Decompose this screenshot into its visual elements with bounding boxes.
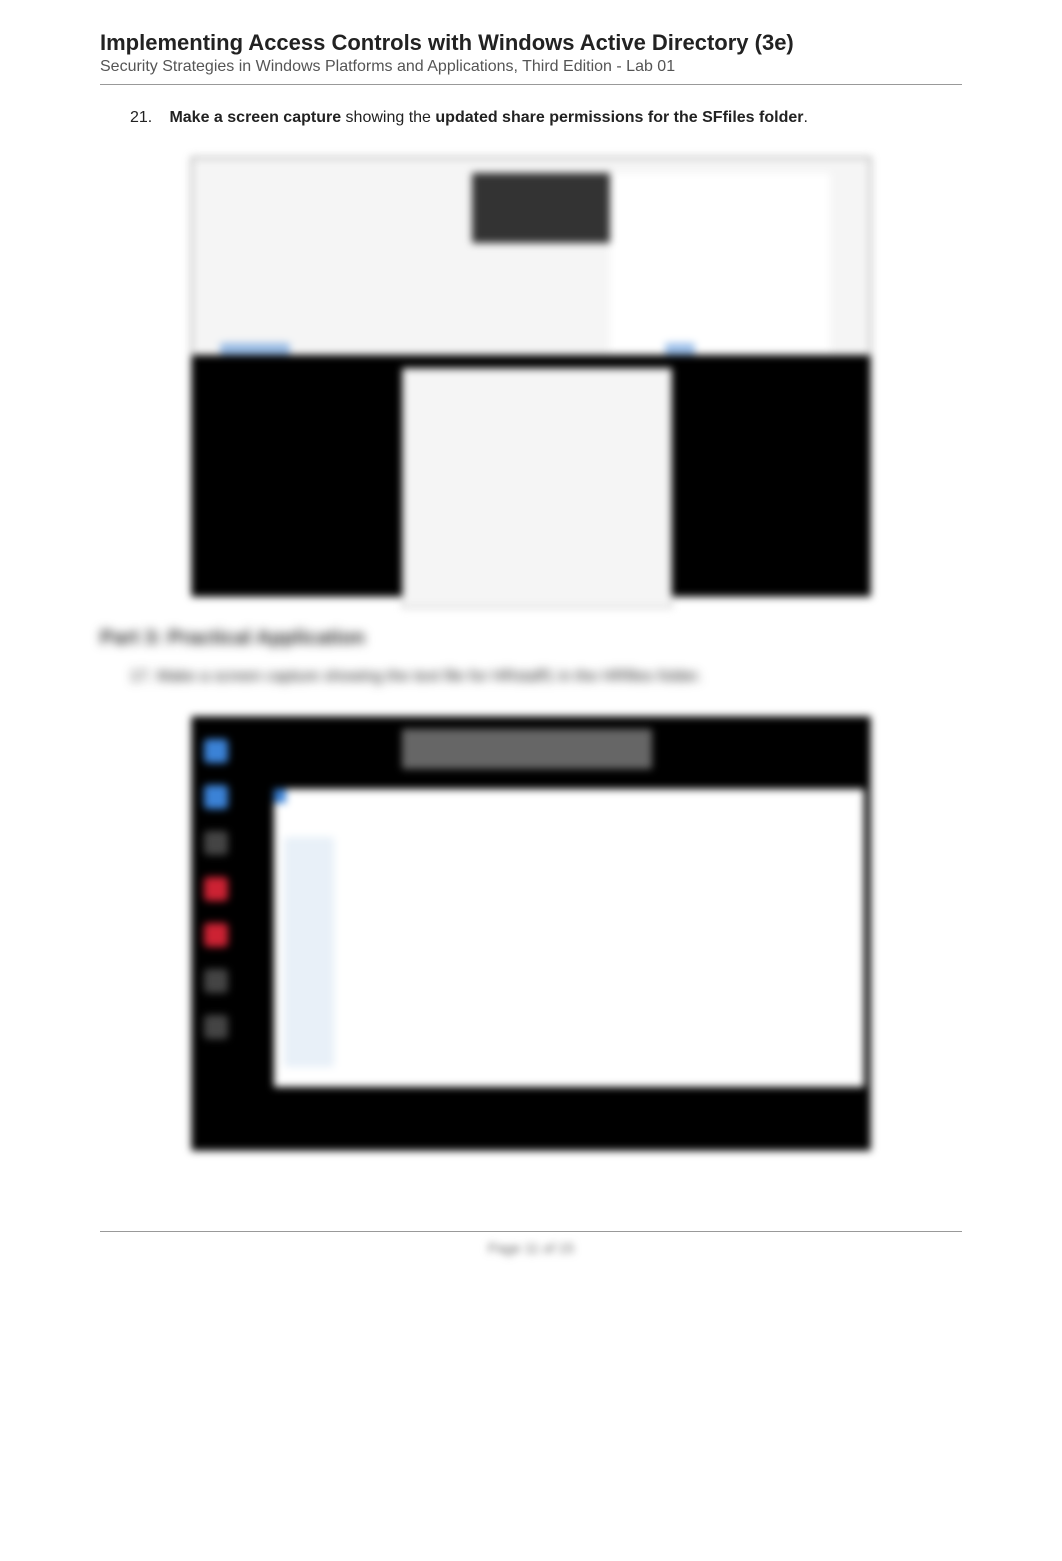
screenshot-titlebar-icon (274, 789, 286, 803)
screenshot-left-panel (284, 837, 334, 1067)
instruction-mid: showing the text file for HRstaff1 in th… (319, 668, 697, 685)
sidebar-icon (204, 877, 228, 901)
instruction-number: 17. (130, 668, 152, 685)
screenshot-window (274, 789, 864, 1087)
screenshot-side-panel (610, 173, 830, 353)
instruction-bold-1: Make a screen capture (157, 668, 320, 685)
footer-divider (100, 1231, 962, 1232)
sidebar-icon (204, 785, 228, 809)
sidebar-icon (204, 969, 228, 993)
sidebar-icon (204, 923, 228, 947)
instruction-end: . (697, 668, 701, 685)
screenshot-overlay (472, 173, 622, 243)
screenshot-image-2 (191, 716, 871, 1151)
instruction-mid: showing the (341, 109, 435, 126)
instruction-number: 21. (130, 109, 165, 127)
sidebar-icon (204, 831, 228, 855)
instruction-bold-2: updated share permissions for the SFfile… (435, 109, 803, 126)
sidebar-icon (204, 1015, 228, 1039)
page-footer: Page 11 of 15 (100, 1240, 962, 1256)
instruction-item-21: 21. Make a screen capture showing the up… (130, 109, 962, 127)
screenshot-link (665, 343, 695, 355)
screenshot-sidebar (204, 717, 232, 1152)
instruction-item-17: 17. Make a screen capture showing the te… (130, 668, 962, 686)
document-page: Implementing Access Controls with Window… (0, 0, 1062, 1296)
screenshot-topbar (402, 729, 652, 769)
screenshot-link (220, 343, 290, 355)
screenshot-dialog (402, 368, 672, 608)
section-heading: Part 3: Practical Application (100, 627, 962, 650)
screenshot-image-1 (191, 157, 871, 597)
page-subtitle: Security Strategies in Windows Platforms… (100, 58, 962, 76)
page-title: Implementing Access Controls with Window… (100, 30, 962, 56)
instruction-bold-1: Make a screen capture (169, 109, 341, 126)
header-divider (100, 84, 962, 85)
instruction-end: . (803, 109, 807, 126)
sidebar-icon (204, 739, 228, 763)
